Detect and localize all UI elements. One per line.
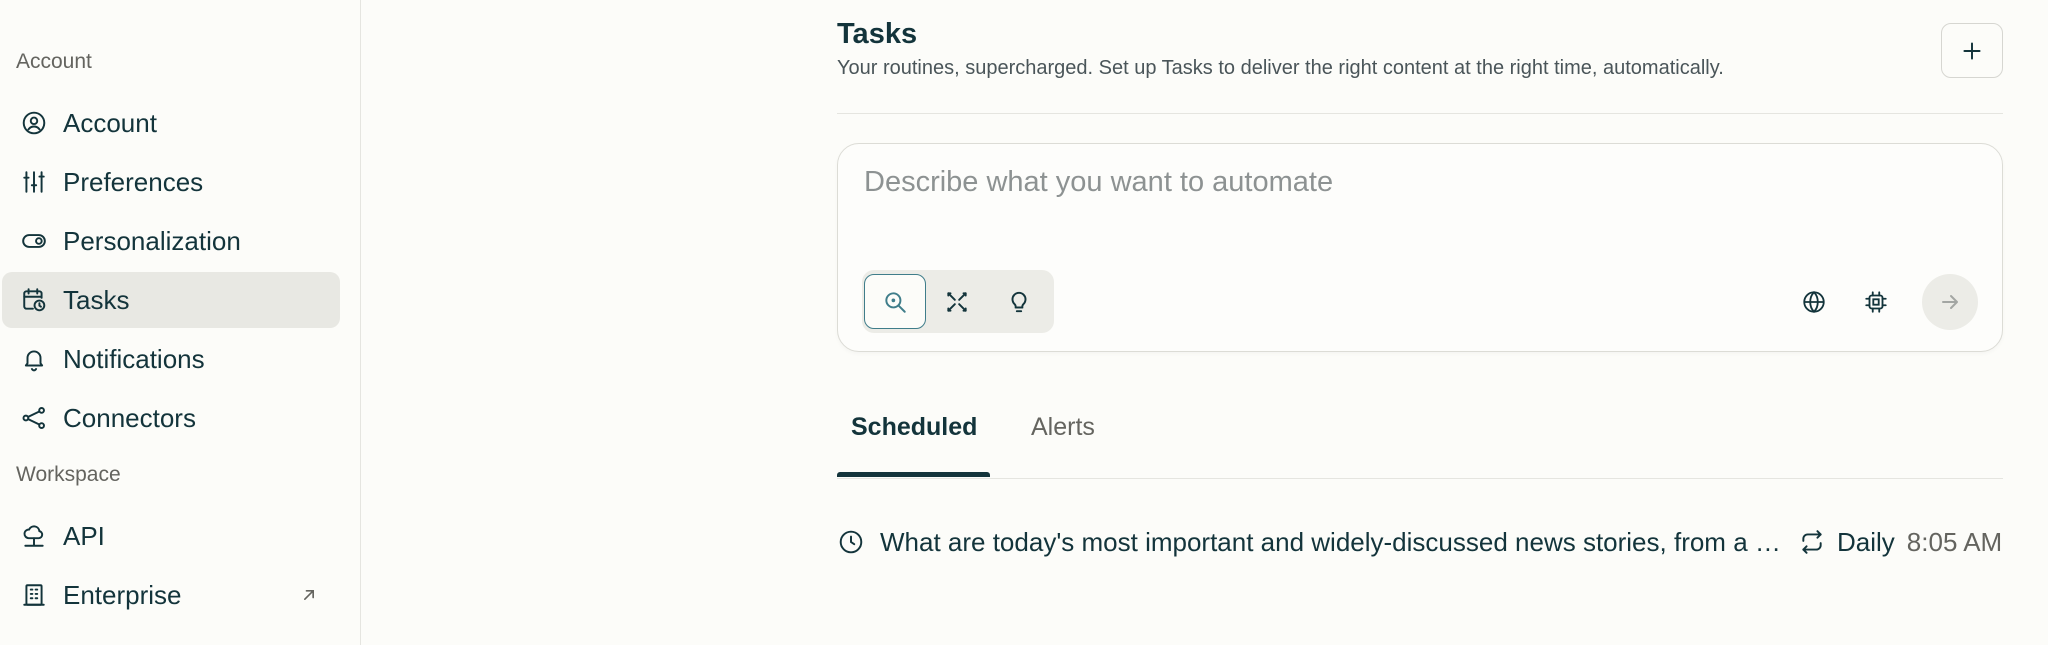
sidebar-item-connectors[interactable]: Connectors xyxy=(2,390,340,446)
sidebar-item-personalization[interactable]: Personalization xyxy=(2,213,340,269)
external-link-icon xyxy=(298,584,320,606)
sidebar-item-label: Tasks xyxy=(63,284,130,315)
active-tab-indicator xyxy=(837,472,990,477)
model-button[interactable] xyxy=(1850,276,1902,328)
sidebar-item-label: API xyxy=(63,520,105,551)
plus-icon xyxy=(1963,41,1981,60)
sidebar-item-api[interactable]: API xyxy=(2,508,340,564)
sidebar-item-label: Account xyxy=(63,107,157,138)
task-description-input[interactable] xyxy=(864,166,1964,199)
add-task-button[interactable] xyxy=(1941,23,2003,78)
search-mode-button[interactable] xyxy=(864,274,926,329)
sidebar-item-label: Preferences xyxy=(63,166,204,197)
arrow-right-icon xyxy=(1942,294,1958,309)
sidebar-item-notifications[interactable]: Notifications xyxy=(2,331,340,387)
calendar-clock-icon xyxy=(20,286,48,314)
sidebar-item-label: Connectors xyxy=(63,402,196,433)
tasks-page: Tasks Your routines, supercharged. Set u… xyxy=(837,0,2003,645)
share-nodes-icon xyxy=(20,404,48,432)
account-section-label: Account xyxy=(16,50,92,73)
lightbulb-icon xyxy=(1011,291,1027,312)
task-row[interactable]: What are today's most important and wide… xyxy=(837,520,2003,564)
cpu-icon xyxy=(1865,290,1887,313)
submit-button[interactable] xyxy=(1922,273,1978,330)
research-icon xyxy=(947,291,967,312)
clock-icon xyxy=(837,528,865,556)
task-time: 8:05 AM xyxy=(1906,526,2003,557)
bell-icon xyxy=(20,345,48,373)
page-title: Tasks xyxy=(837,18,918,50)
sidebar-item-label: Personalization xyxy=(63,225,241,256)
sliders-icon xyxy=(20,168,48,196)
search-icon xyxy=(885,291,906,313)
settings-app: Account Account Preferences Personalizat… xyxy=(0,0,2048,645)
composer-tools xyxy=(1778,270,1978,333)
page-subtitle: Your routines, supercharged. Set up Task… xyxy=(837,57,1724,79)
sidebar: Account Account Preferences Personalizat… xyxy=(0,0,361,645)
sidebar-item-label: Notifications xyxy=(63,343,205,374)
workspace-section-label: Workspace xyxy=(16,463,121,486)
sidebar-item-preferences[interactable]: Preferences xyxy=(2,154,340,210)
research-mode-button[interactable] xyxy=(926,274,988,329)
sidebar-item-enterprise[interactable]: Enterprise xyxy=(2,567,340,623)
labs-mode-button[interactable] xyxy=(988,274,1050,329)
sidebar-item-tasks[interactable]: Tasks xyxy=(2,272,340,328)
task-composer xyxy=(837,143,2003,352)
mode-selector xyxy=(862,270,1054,333)
toggle-icon xyxy=(20,227,48,255)
sources-button[interactable] xyxy=(1788,276,1840,328)
tab-alerts[interactable]: Alerts xyxy=(1031,413,1095,442)
sidebar-item-account[interactable]: Account xyxy=(2,95,340,151)
building-icon xyxy=(20,581,48,609)
divider xyxy=(837,113,2003,114)
task-tabs: Scheduled Alerts xyxy=(837,395,2003,479)
task-title: What are today's most important and wide… xyxy=(880,526,1795,557)
cloud-network-icon xyxy=(20,522,48,550)
tab-scheduled[interactable]: Scheduled xyxy=(851,413,977,442)
user-circle-icon xyxy=(20,109,48,137)
globe-icon xyxy=(1803,290,1825,313)
sidebar-item-label: Enterprise xyxy=(63,579,182,610)
task-frequency: Daily xyxy=(1837,526,1895,557)
repeat-icon xyxy=(1799,529,1825,555)
